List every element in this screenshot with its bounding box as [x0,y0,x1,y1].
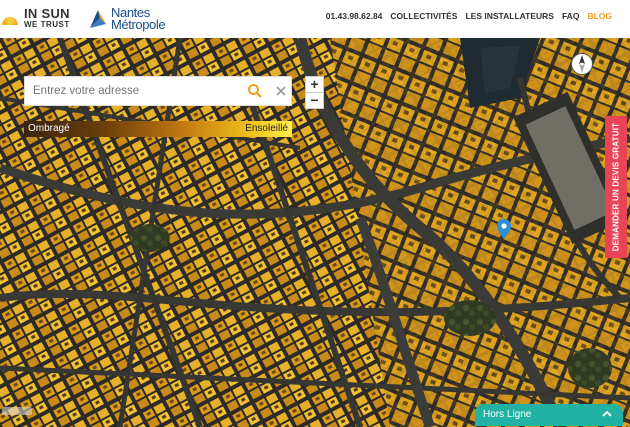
map-attribution-logo [2,407,32,415]
compass-icon[interactable] [570,52,594,76]
address-input[interactable] [31,84,250,98]
status-label: Hors Ligne [483,409,532,420]
nantes-metropole-logo[interactable]: Nantes Métropole [88,4,166,34]
chevron-up-icon [602,410,612,417]
sunshine-legend: Ombragé Ensoleillé [24,121,292,137]
zoom-control: + − [305,76,324,109]
legend-sunny-label: Ensoleillé [245,123,288,134]
connection-status-bar[interactable]: Hors Ligne [475,404,623,426]
nantes-logo-icon [90,10,106,28]
address-search [24,76,292,106]
legend-shaded-label: Ombragé [28,123,70,134]
logo-line2: WE TRUST [24,20,70,29]
nav-collectivites[interactable]: COLLECTIVITÉS [390,11,457,21]
logo-line1: IN SUN [24,6,70,21]
nav-installateurs[interactable]: LES INSTALLATEURS [465,11,553,21]
main-nav: 01.43.98.62.84 COLLECTIVITÉS LES INSTALL… [326,11,612,21]
nav-phone[interactable]: 01.43.98.62.84 [326,11,383,21]
insun-logo[interactable]: IN SUN WE TRUST [2,4,70,34]
site-header: IN SUN WE TRUST Nantes Métropole 01.43.9… [0,0,630,38]
search-icon[interactable] [247,83,263,99]
close-icon[interactable] [273,83,289,99]
request-quote-label: DEMANDER UN DEVIS GRATUIT [611,122,621,252]
nav-faq[interactable]: FAQ [562,11,579,21]
location-pin-icon[interactable] [497,219,511,239]
partner-line2: Métropole [111,17,166,32]
zoom-out-button[interactable]: − [306,93,323,108]
sun-logo-icon [2,17,18,25]
nav-blog[interactable]: BLOG [587,11,612,21]
request-quote-button[interactable]: DEMANDER UN DEVIS GRATUIT [605,116,627,258]
zoom-in-button[interactable]: + [306,77,323,92]
